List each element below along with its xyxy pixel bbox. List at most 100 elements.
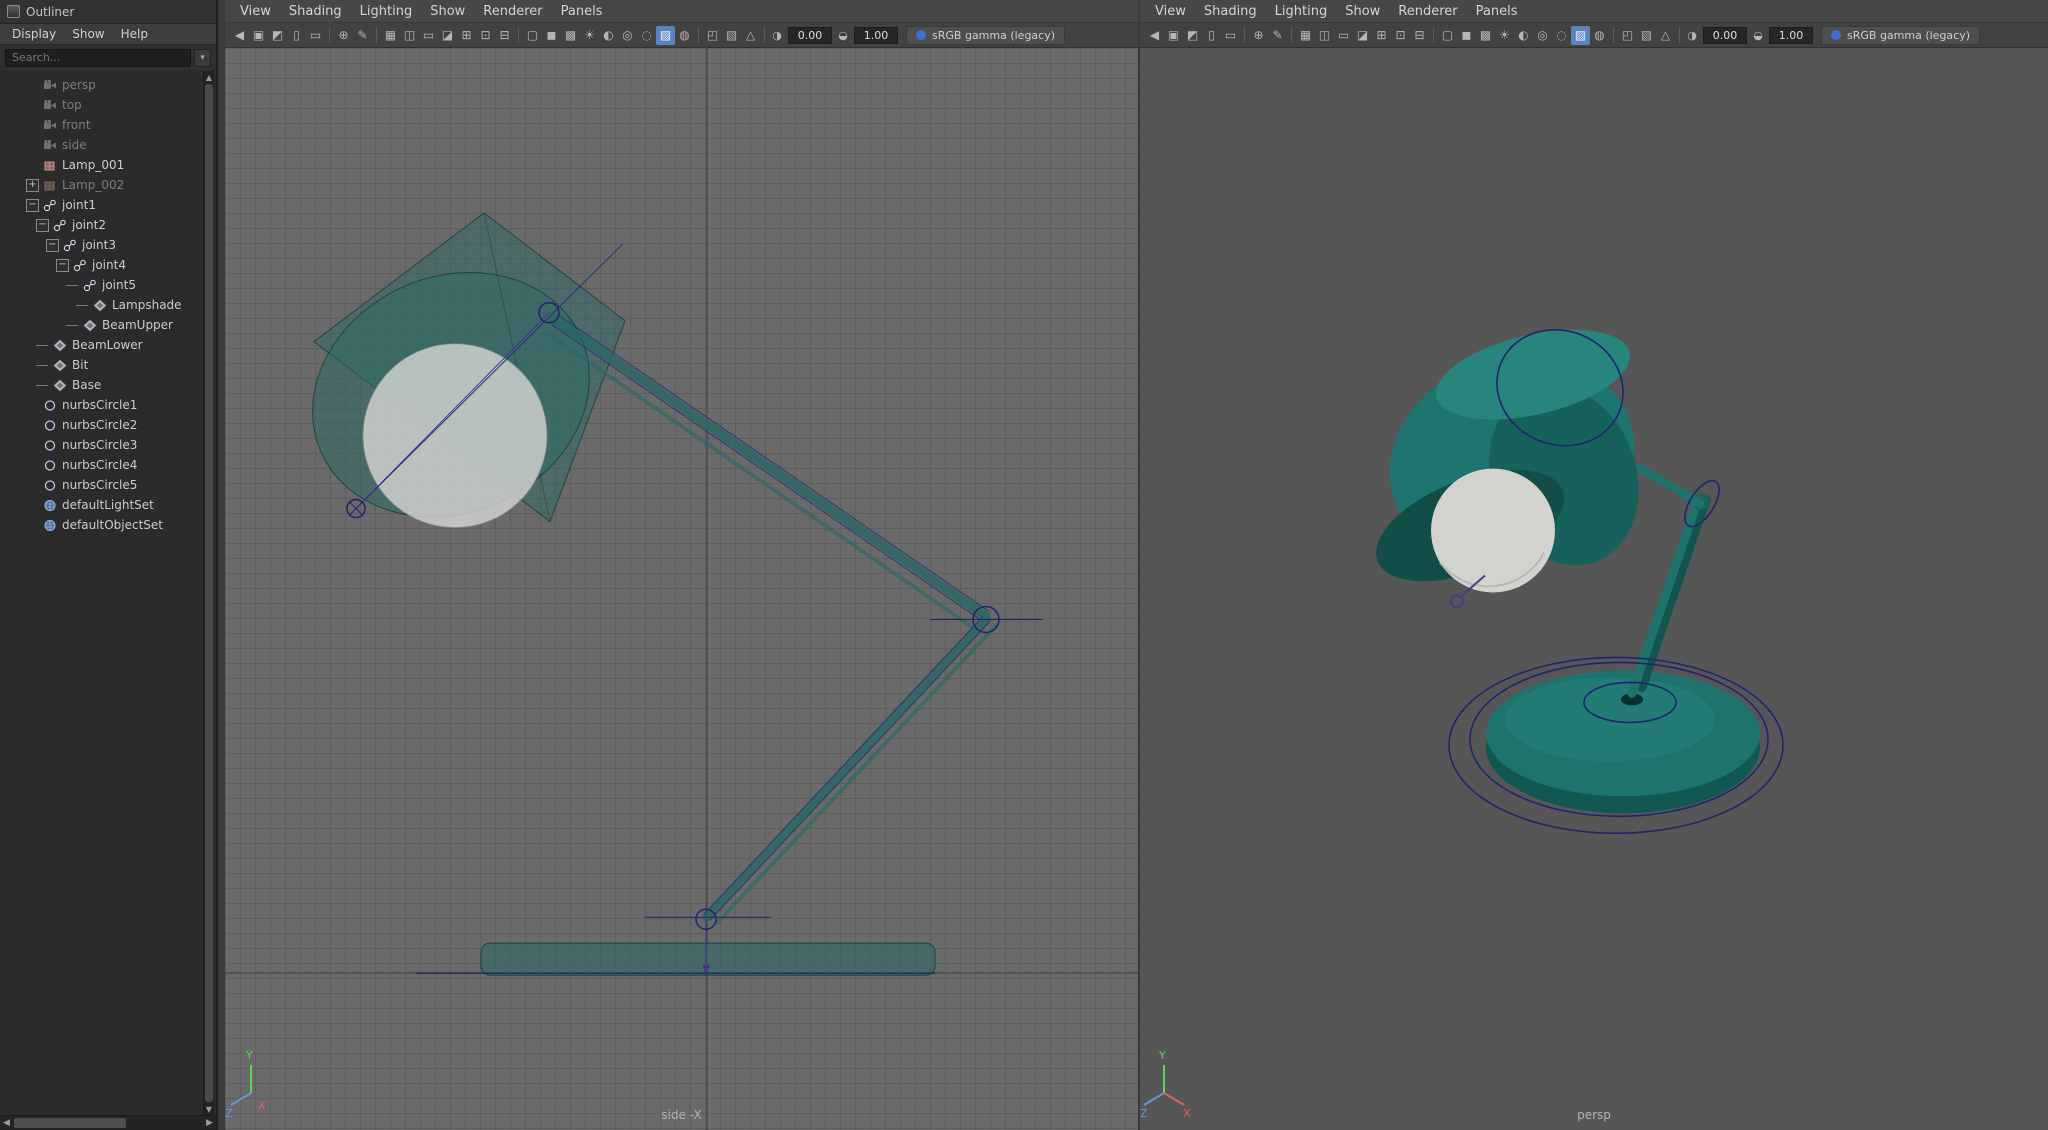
camera-attributes-icon[interactable]: ◩	[1183, 26, 1202, 45]
field-chart-icon[interactable]: ⊞	[457, 26, 476, 45]
viewport-canvas-side[interactable]: Y Z X side -X	[225, 48, 1138, 1130]
view-transform-button[interactable]: sRGB gamma (legacy)	[906, 26, 1065, 45]
isolate-select-icon[interactable]: ◰	[1618, 26, 1637, 45]
wireframe-icon[interactable]: ▢	[1438, 26, 1457, 45]
anti-aliasing-icon[interactable]: ▨	[656, 26, 675, 45]
xray-icon[interactable]: ▧	[722, 26, 741, 45]
outliner-item-nurbsCircle4[interactable]: nurbsCircle4	[0, 455, 216, 475]
grid-icon[interactable]: ▦	[381, 26, 400, 45]
menu-panels[interactable]: Panels	[552, 3, 612, 20]
outliner-item-top[interactable]: top	[0, 95, 216, 115]
resolution-gate-icon[interactable]: ▭	[419, 26, 438, 45]
outliner-item-joint3[interactable]: −joint3	[0, 235, 216, 255]
field-chart-icon[interactable]: ⊞	[1372, 26, 1391, 45]
safe-action-icon[interactable]: ⊡	[476, 26, 495, 45]
menu-view[interactable]: View	[231, 3, 280, 20]
gamma-icon[interactable]: ◒	[1750, 26, 1766, 45]
textured-icon[interactable]: ▩	[1476, 26, 1495, 45]
outliner-item-nurbsCircle1[interactable]: nurbsCircle1	[0, 395, 216, 415]
menu-help[interactable]: Help	[113, 27, 156, 41]
menu-lighting[interactable]: Lighting	[351, 3, 422, 20]
outliner-item-defaultObjectSet[interactable]: defaultObjectSet	[0, 515, 216, 535]
outliner-item-joint4[interactable]: −joint4	[0, 255, 216, 275]
shadows-icon[interactable]: ◐	[1514, 26, 1533, 45]
lighting-icon[interactable]: ☀	[1495, 26, 1514, 45]
outliner-item-joint2[interactable]: −joint2	[0, 215, 216, 235]
xray-joints-icon[interactable]: △	[1656, 26, 1675, 45]
xray-icon[interactable]: ▧	[1637, 26, 1656, 45]
collapse-icon[interactable]: −	[56, 259, 69, 272]
outliner-item-BeamUpper[interactable]: BeamUpper	[0, 315, 216, 335]
outliner-item-joint1[interactable]: −joint1	[0, 195, 216, 215]
collapse-icon[interactable]: −	[26, 199, 39, 212]
outliner-item-persp[interactable]: persp	[0, 75, 216, 95]
textured-icon[interactable]: ▩	[561, 26, 580, 45]
isolate-select-icon[interactable]: ◰	[703, 26, 722, 45]
scroll-right-icon[interactable]: ▶	[203, 1116, 216, 1130]
menu-renderer[interactable]: Renderer	[1389, 3, 1466, 20]
lamp-shade-side[interactable]	[273, 213, 628, 560]
bookmarks-icon[interactable]: ▯	[287, 26, 306, 45]
motion-blur-icon[interactable]: ◌	[1552, 26, 1571, 45]
panel-menu-icon[interactable]	[7, 5, 20, 18]
depth-of-field-icon[interactable]: ◍	[1590, 26, 1609, 45]
outliner-vscrollbar[interactable]: ▲ ▼	[203, 71, 214, 1115]
search-input[interactable]	[5, 49, 191, 67]
ambient-occlusion-icon[interactable]: ◎	[1533, 26, 1552, 45]
menu-renderer[interactable]: Renderer	[474, 3, 551, 20]
image-plane-icon[interactable]: ▭	[306, 26, 325, 45]
viewport-canvas-persp[interactable]: Y Z X persp	[1140, 48, 2048, 1130]
collapse-icon[interactable]: −	[36, 219, 49, 232]
safe-title-icon[interactable]: ⊟	[1410, 26, 1429, 45]
menu-show[interactable]: Show	[1336, 3, 1389, 20]
select-camera-icon[interactable]: ◀	[1145, 26, 1164, 45]
vscrollbar-thumb[interactable]	[205, 84, 213, 1102]
outliner-hscrollbar[interactable]: ◀ ▶	[0, 1115, 216, 1130]
gate-mask-icon[interactable]: ◪	[438, 26, 457, 45]
film-gate-icon[interactable]: ◫	[400, 26, 419, 45]
exposure-field[interactable]	[788, 27, 832, 44]
menu-panels[interactable]: Panels	[1467, 3, 1527, 20]
grease-pencil-icon[interactable]: ✎	[353, 26, 372, 45]
lock-camera-icon[interactable]: ▣	[1164, 26, 1183, 45]
menu-shading[interactable]: Shading	[1195, 3, 1266, 20]
scroll-left-icon[interactable]: ◀	[0, 1116, 13, 1130]
view-transform-button[interactable]: sRGB gamma (legacy)	[1821, 26, 1980, 45]
grease-pencil-icon[interactable]: ✎	[1268, 26, 1287, 45]
2d-pan-zoom-icon[interactable]: ⊕	[334, 26, 353, 45]
exposure-icon[interactable]: ◑	[769, 26, 785, 45]
camera-attributes-icon[interactable]: ◩	[268, 26, 287, 45]
outliner-item-Bit[interactable]: Bit	[0, 355, 216, 375]
search-filter-dropdown-icon[interactable]: ▾	[194, 49, 211, 67]
wireframe-icon[interactable]: ▢	[523, 26, 542, 45]
outliner-item-Base[interactable]: Base	[0, 375, 216, 395]
outliner-item-Lamp_002[interactable]: +Lamp_002	[0, 175, 216, 195]
lamp-base[interactable]	[1486, 670, 1760, 813]
2d-pan-zoom-icon[interactable]: ⊕	[1249, 26, 1268, 45]
lighting-icon[interactable]: ☀	[580, 26, 599, 45]
outliner-item-front[interactable]: front	[0, 115, 216, 135]
exposure-field[interactable]	[1703, 27, 1747, 44]
safe-title-icon[interactable]: ⊟	[495, 26, 514, 45]
xray-joints-icon[interactable]: △	[741, 26, 760, 45]
depth-of-field-icon[interactable]: ◍	[675, 26, 694, 45]
menu-shading[interactable]: Shading	[280, 3, 351, 20]
anti-aliasing-icon[interactable]: ▨	[1571, 26, 1590, 45]
gamma-icon[interactable]: ◒	[835, 26, 851, 45]
outliner-item-nurbsCircle2[interactable]: nurbsCircle2	[0, 415, 216, 435]
gate-mask-icon[interactable]: ◪	[1353, 26, 1372, 45]
image-plane-icon[interactable]: ▭	[1221, 26, 1240, 45]
outliner-item-Lampshade[interactable]: Lampshade	[0, 295, 216, 315]
outliner-item-Lamp_001[interactable]: Lamp_001	[0, 155, 216, 175]
exposure-icon[interactable]: ◑	[1684, 26, 1700, 45]
resolution-gate-icon[interactable]: ▭	[1334, 26, 1353, 45]
lamp-base-side[interactable]	[481, 943, 935, 975]
outliner-item-defaultLightSet[interactable]: defaultLightSet	[0, 495, 216, 515]
motion-blur-icon[interactable]: ◌	[637, 26, 656, 45]
lock-camera-icon[interactable]: ▣	[249, 26, 268, 45]
gamma-field[interactable]	[854, 27, 898, 44]
outliner-item-side[interactable]: side	[0, 135, 216, 155]
film-gate-icon[interactable]: ◫	[1315, 26, 1334, 45]
ambient-occlusion-icon[interactable]: ◎	[618, 26, 637, 45]
menu-view[interactable]: View	[1146, 3, 1195, 20]
